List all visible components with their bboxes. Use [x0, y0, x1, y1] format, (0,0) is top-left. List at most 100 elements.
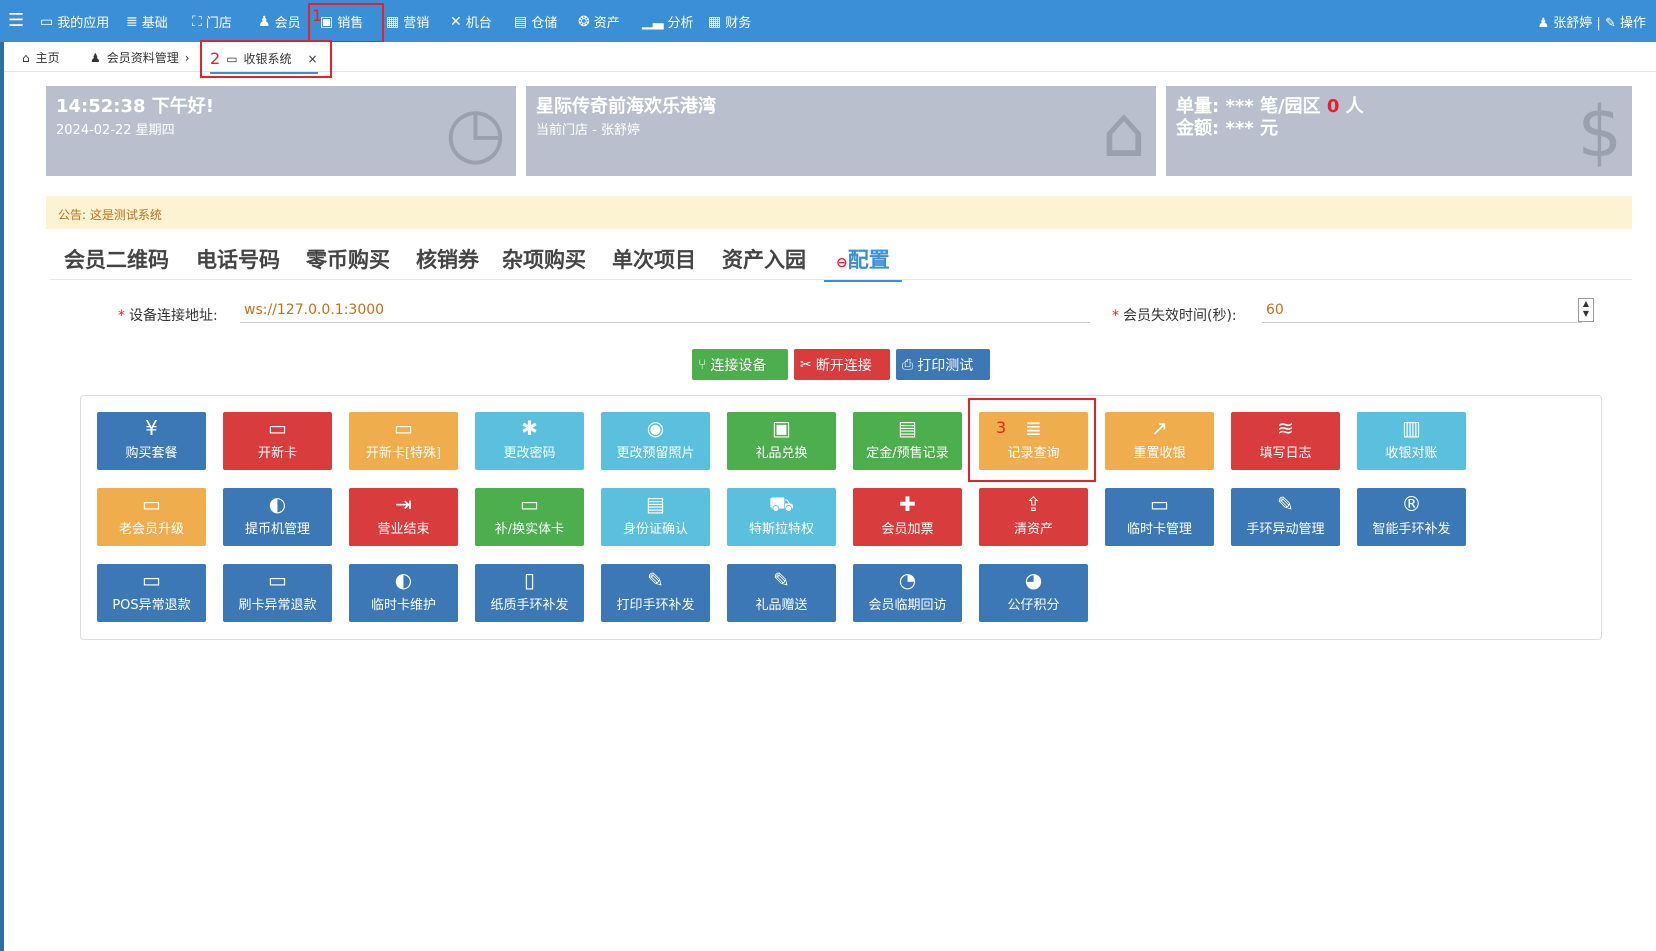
tile-wristband-change-manage[interactable]: ✎ 手环异动管理 [1231, 488, 1340, 546]
tile-icon: ≋ [1277, 416, 1294, 440]
tile-icon: ▤ [646, 492, 665, 516]
tile-paper-wristband-reissue[interactable]: ▯ 纸质手环补发 [475, 564, 584, 622]
tile-label: 会员加票 [881, 522, 934, 537]
tile-icon: ◕ [1024, 568, 1043, 592]
tile-icon: ✎ [773, 568, 790, 592]
tab-asset-entry[interactable]: 资产入园 [722, 244, 806, 274]
tile-icon: ▯ [523, 568, 535, 592]
menu-machine[interactable]: ✕ 机台 [450, 12, 492, 32]
tile-label: 礼品兑换 [755, 446, 808, 461]
menu-member[interactable]: ♟ 会员 [258, 12, 301, 32]
chevron-right-icon: › [184, 50, 190, 65]
printer-icon: ⎙ [902, 356, 914, 373]
tile-icon: ◐ [268, 492, 287, 516]
tab-member-qrcode[interactable]: 会员二维码 [64, 244, 169, 274]
tile-member-expiry-visit[interactable]: ◔ 会员临期回访 [853, 564, 962, 622]
menu-warehouse[interactable]: ▤ 仓储 [514, 12, 557, 32]
tile-member-add-ticket[interactable]: ✚ 会员加票 [853, 488, 962, 546]
tile-label: 清资产 [1013, 522, 1053, 537]
tile-icon: ⇪ [1025, 492, 1042, 516]
tile-change-password[interactable]: ✱ 更改密码 [475, 412, 584, 470]
menu-analysis[interactable]: ▁▃ 分析 [642, 12, 694, 32]
connect-device-button[interactable]: ⑂ 连接设备 [692, 349, 788, 380]
tile-clear-assets[interactable]: ⇪ 清资产 [979, 488, 1088, 546]
disconnect-button[interactable]: ✂ 断开连接 [794, 349, 890, 380]
tile-icon: ◉ [646, 416, 665, 440]
tile-tesla-privilege[interactable]: ⛟ 特斯拉特权 [727, 488, 836, 546]
tile-buy-package[interactable]: ¥ 购买套餐 [97, 412, 206, 470]
tile-new-card-special[interactable]: ▭ 开新卡[特殊] [349, 412, 458, 470]
tile-new-card[interactable]: ▭ 开新卡 [223, 412, 332, 470]
tools-icon: ✕ [450, 13, 462, 30]
tile-doll-points[interactable]: ◕ 公仔积分 [979, 564, 1088, 622]
time-greeting: 14:52:38 下午好! [56, 96, 215, 117]
tile-label: 补/换实体卡 [494, 522, 565, 537]
ops-link[interactable]: 操作 [1620, 16, 1646, 31]
tab-coupon-redeem[interactable]: 核销券 [416, 244, 479, 274]
print-test-button[interactable]: ⎙ 打印测试 [896, 349, 990, 380]
tile-id-card-confirm[interactable]: ▤ 身份证确认 [601, 488, 710, 546]
tile-write-log[interactable]: ≋ 填写日志 [1231, 412, 1340, 470]
tile-label: 临时卡管理 [1126, 522, 1192, 537]
user-name[interactable]: 张舒婷 [1553, 16, 1592, 31]
stepper-down-icon[interactable]: ▼ [1583, 309, 1589, 318]
store-name: 星际传奇前海欢乐港湾 [536, 96, 716, 117]
menu-basic[interactable]: ≣ 基础 [126, 12, 168, 32]
tile-coin-machine-manage[interactable]: ◐ 提币机管理 [223, 488, 332, 546]
store-panel: 星际传奇前海欢乐港湾 当前门店 - 张舒婷 ⌂ [526, 86, 1156, 176]
tile-label: 营业结束 [377, 522, 430, 537]
tab-home[interactable]: ⌂ 主页 [22, 49, 60, 66]
tile-gift-give[interactable]: ✎ 礼品赠送 [727, 564, 836, 622]
tile-label: 身份证确认 [622, 522, 688, 537]
tile-icon: ▭ [520, 492, 539, 516]
tile-icon: ↗ [1151, 416, 1168, 440]
tile-icon: ® [1401, 492, 1422, 516]
menu-my-apps[interactable]: ▭ 我的应用 [40, 12, 109, 32]
tile-label: 更改预留照片 [616, 446, 695, 461]
tile-reset-cashier[interactable]: ↗ 重置收银 [1105, 412, 1214, 470]
tile-business-end[interactable]: ⇥ 营业结束 [349, 488, 458, 546]
tab-token-purchase[interactable]: 零币购买 [306, 244, 390, 274]
tab-misc-purchase[interactable]: 杂项购买 [502, 244, 586, 274]
tile-smart-wristband-reissue[interactable]: ® 智能手环补发 [1357, 488, 1466, 546]
tile-pos-refund[interactable]: ▭ POS异常退款 [97, 564, 206, 622]
clock-icon: ◷ [444, 91, 506, 173]
tile-label: 填写日志 [1259, 446, 1312, 461]
device-address-input[interactable]: ws://127.0.0.1:3000 [240, 299, 1090, 323]
laptop-icon: ▭ [40, 13, 54, 30]
orders-count: 0 [1326, 96, 1340, 117]
top-navbar: ☰ ▭ 我的应用 ≣ 基础 ⛶ 门店 ♟ 会员 ▣ 销售 ▦ 营销 ✕ 机台 ▤ 仓储 ❂ 资产 … [0, 0, 1656, 42]
tile-print-wristband-reissue[interactable]: ✎ 打印手环补发 [601, 564, 710, 622]
tab-phone-number[interactable]: 电话号码 [196, 244, 280, 274]
tab-member-management[interactable]: ♟ 会员资料管理 › [90, 49, 190, 66]
unlink-icon: ✂ [800, 356, 812, 373]
tile-deposit-presale-record[interactable]: ▤ 定金/预售记录 [853, 412, 962, 470]
tile-replace-card[interactable]: ▭ 补/换实体卡 [475, 488, 584, 546]
tile-icon: ▣ [772, 416, 791, 440]
menu-store[interactable]: ⛶ 门店 [192, 12, 232, 32]
menu-finance[interactable]: ▦ 财务 [708, 12, 751, 32]
menu-assets[interactable]: ❂ 资产 [578, 12, 620, 32]
tile-icon: ▭ [268, 416, 287, 440]
tile-change-photo[interactable]: ◉ 更改预留照片 [601, 412, 710, 470]
tile-label: 开新卡 [257, 446, 297, 461]
tab-single-item[interactable]: 单次项目 [612, 244, 696, 274]
tile-label: 提币机管理 [244, 522, 310, 537]
menu-marketing[interactable]: ▦ 营销 [386, 12, 429, 32]
timeout-stepper[interactable]: ▲ ▼ [1578, 298, 1594, 322]
tile-label: 特斯拉特权 [748, 522, 814, 537]
member-timeout-input[interactable]: 60 [1262, 299, 1582, 323]
tile-label: 纸质手环补发 [490, 598, 569, 613]
tile-temp-card-manage[interactable]: ▭ 临时卡管理 [1105, 488, 1214, 546]
tile-cashier-reconcile[interactable]: ▥ 收银对账 [1357, 412, 1466, 470]
tile-temp-card-maintain[interactable]: ◐ 临时卡维护 [349, 564, 458, 622]
tile-old-member-upgrade[interactable]: ▭ 老会员升级 [97, 488, 206, 546]
tile-label: 老会员升级 [118, 522, 184, 537]
calculator-icon: ▦ [708, 13, 722, 30]
tile-card-refund[interactable]: ▭ 刷卡异常退款 [223, 564, 332, 622]
tile-gift-exchange[interactable]: ▣ 礼品兑换 [727, 412, 836, 470]
hamburger-icon[interactable]: ☰ [8, 10, 24, 31]
stepper-up-icon[interactable]: ▲ [1583, 299, 1589, 308]
shop-icon: ▦ [386, 13, 400, 30]
tab-config[interactable]: ⊖配置 [824, 244, 902, 282]
